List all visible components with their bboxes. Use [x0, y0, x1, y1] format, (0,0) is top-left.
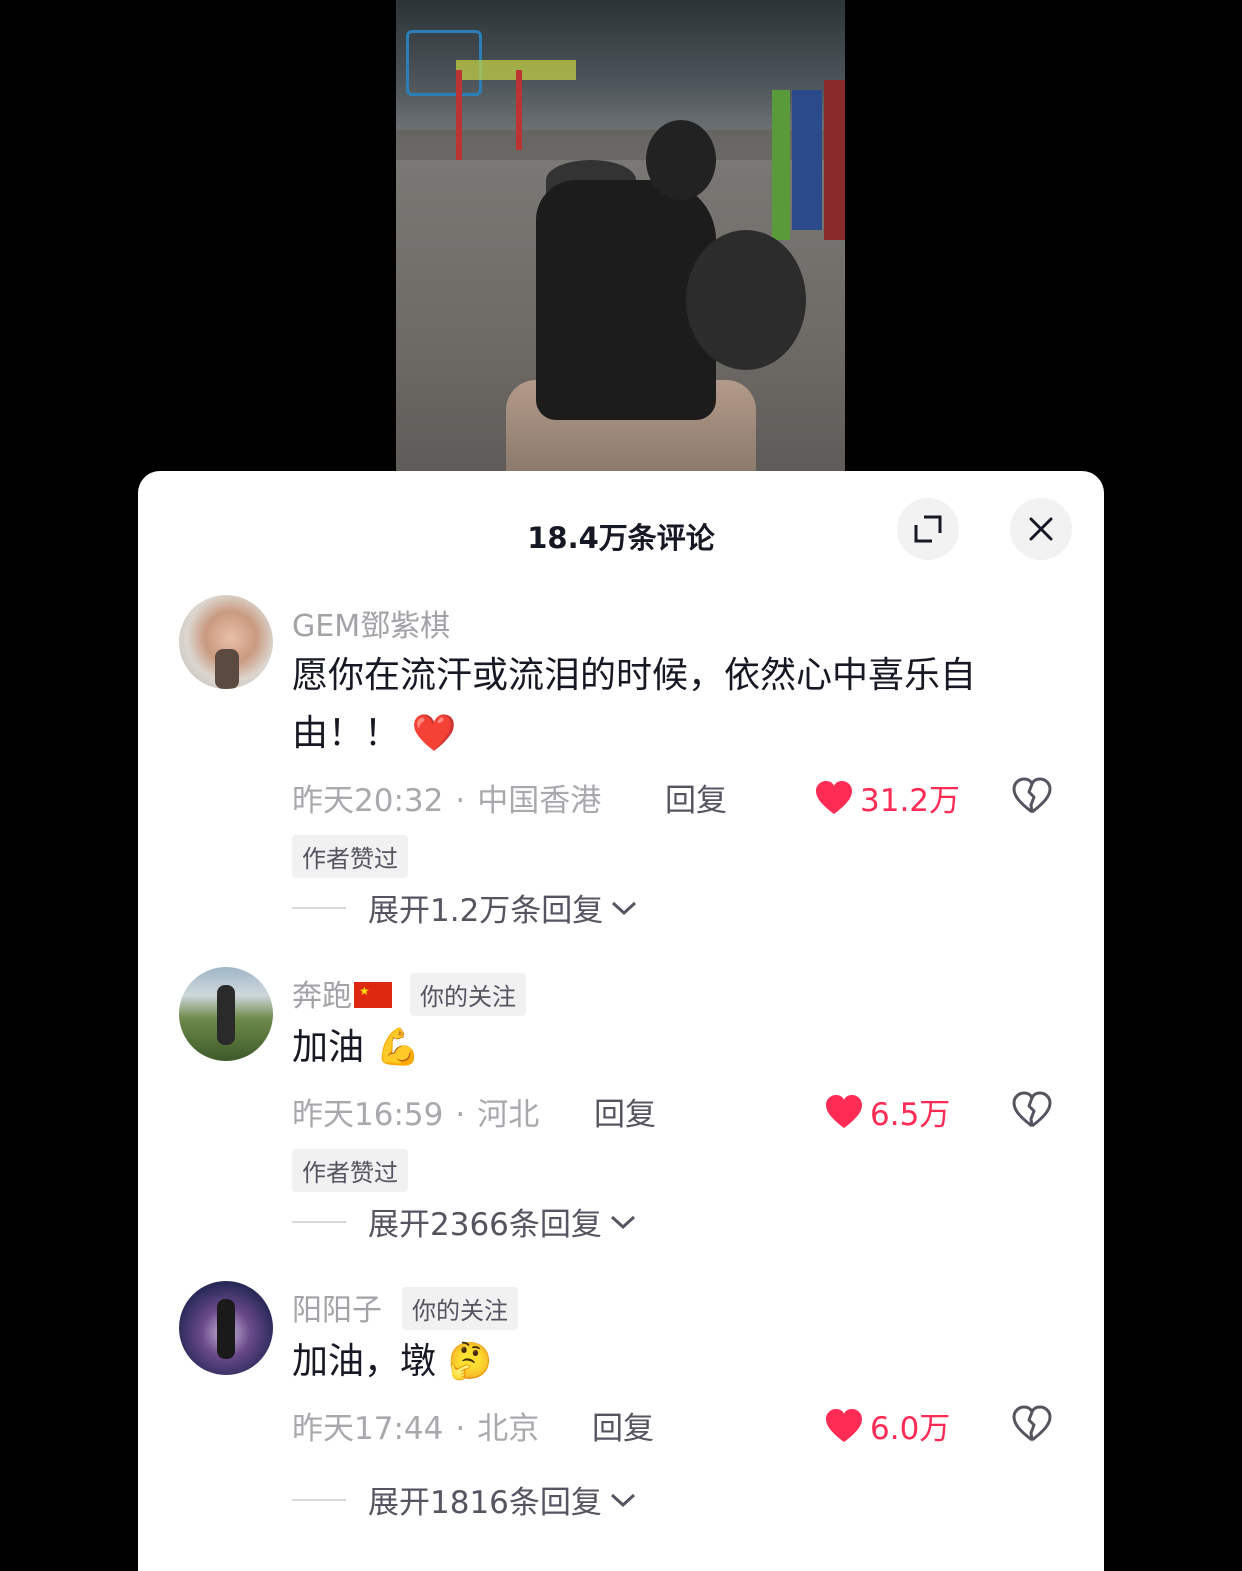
thinking-emoji: 🤔 — [447, 1341, 493, 1382]
avatar[interactable] — [179, 967, 273, 1061]
expand-replies-button[interactable]: 展开2366条回复 — [292, 1199, 638, 1244]
comment-username[interactable]: GEM鄧紫棋 — [292, 601, 450, 645]
reply-button[interactable]: 回复 — [592, 1403, 654, 1448]
dislike-button[interactable] — [1011, 777, 1053, 819]
divider — [292, 906, 346, 909]
comments-count-title: 18.4万条评论 — [527, 521, 715, 555]
video-equipment — [772, 90, 790, 240]
comment-username[interactable]: 阳阳子 — [292, 1285, 382, 1329]
video-player[interactable] — [396, 0, 845, 472]
avatar[interactable] — [179, 595, 273, 689]
comment-username-text: 奔跑 — [292, 979, 352, 1014]
expand-replies-label: 展开1816条回复 — [368, 1485, 602, 1521]
dislike-button[interactable] — [1011, 1091, 1053, 1133]
broken-heart-icon — [1012, 1091, 1052, 1128]
following-tag: 你的关注 — [410, 973, 526, 1016]
comment-location: 河北 — [477, 1097, 540, 1133]
reply-button[interactable]: 回复 — [665, 775, 727, 820]
divider — [292, 1498, 346, 1501]
like-button[interactable]: 6.5万 — [824, 1089, 950, 1134]
expand-replies-button[interactable]: 展开1.2万条回复 — [292, 885, 639, 930]
author-liked-tag: 作者赞过 — [292, 1149, 408, 1192]
like-count: 6.0万 — [870, 1411, 951, 1447]
video-equipment — [516, 70, 522, 150]
comment-location: 北京 — [477, 1411, 540, 1447]
like-button[interactable]: 31.2万 — [814, 775, 960, 820]
reply-button[interactable]: 回复 — [594, 1089, 656, 1134]
broken-heart-icon — [1012, 1405, 1052, 1442]
video-person — [646, 120, 716, 200]
like-button[interactable]: 6.0万 — [824, 1403, 950, 1448]
comment-text: 愿你在流汗或流泪的时候，依然心中喜乐自由！！ ❤️ — [292, 647, 1052, 763]
video-equipment — [792, 90, 822, 230]
flexed-biceps-emoji: 💪 — [375, 1027, 421, 1068]
expand-replies-label: 展开2366条回复 — [368, 1207, 602, 1243]
heart-icon — [826, 1408, 862, 1442]
chevron-down-icon — [612, 901, 637, 915]
comment-body: 愿你在流汗或流泪的时候，依然心中喜乐自由！！ — [292, 655, 977, 754]
like-count: 31.2万 — [860, 783, 961, 819]
chevron-down-icon — [610, 1215, 635, 1229]
broken-heart-icon — [1012, 777, 1052, 814]
comment-meta: 昨天20:32 · 中国香港 — [292, 783, 602, 819]
comment-text: 加油 💪 — [292, 1019, 1052, 1077]
author-liked-tag: 作者赞过 — [292, 835, 408, 878]
comment-time: 昨天16:59 — [292, 1097, 444, 1133]
comment-location: 中国香港 — [477, 783, 602, 819]
close-button[interactable] — [1010, 498, 1072, 560]
video-equipment — [824, 80, 845, 240]
comment-meta: 昨天16:59 · 河北 — [292, 1097, 540, 1133]
comments-panel: 18.4万条评论 GEM鄧紫棋 愿你在流汗或流泪的时候，依然心中喜乐自由！！ ❤… — [138, 471, 1104, 1571]
heart-icon — [826, 1094, 862, 1128]
divider — [292, 1220, 346, 1223]
avatar[interactable] — [179, 1281, 273, 1375]
close-icon — [1029, 517, 1053, 541]
comment-username[interactable]: 奔跑 — [292, 971, 392, 1015]
comment-body: 加油 — [292, 1027, 365, 1068]
video-equipment — [456, 70, 462, 160]
heart-emoji: ❤️ — [411, 713, 457, 754]
dislike-button[interactable] — [1011, 1405, 1053, 1447]
like-count: 6.5万 — [870, 1097, 951, 1133]
comment-text: 加油，墩 🤔 — [292, 1333, 1052, 1391]
chevron-down-icon — [610, 1493, 635, 1507]
comment-time: 昨天17:44 — [292, 1411, 444, 1447]
comment-body: 加油，墩 — [292, 1341, 437, 1382]
following-tag: 你的关注 — [402, 1287, 518, 1330]
expand-replies-label: 展开1.2万条回复 — [368, 893, 604, 929]
heart-icon — [816, 780, 852, 814]
china-flag-icon — [354, 982, 392, 1008]
expand-replies-button[interactable]: 展开1816条回复 — [292, 1477, 638, 1522]
expand-icon — [914, 515, 942, 543]
comment-meta: 昨天17:44 · 北京 — [292, 1411, 540, 1447]
video-medicine-ball — [686, 230, 806, 370]
expand-button[interactable] — [897, 498, 959, 560]
comment-time: 昨天20:32 — [292, 783, 444, 819]
